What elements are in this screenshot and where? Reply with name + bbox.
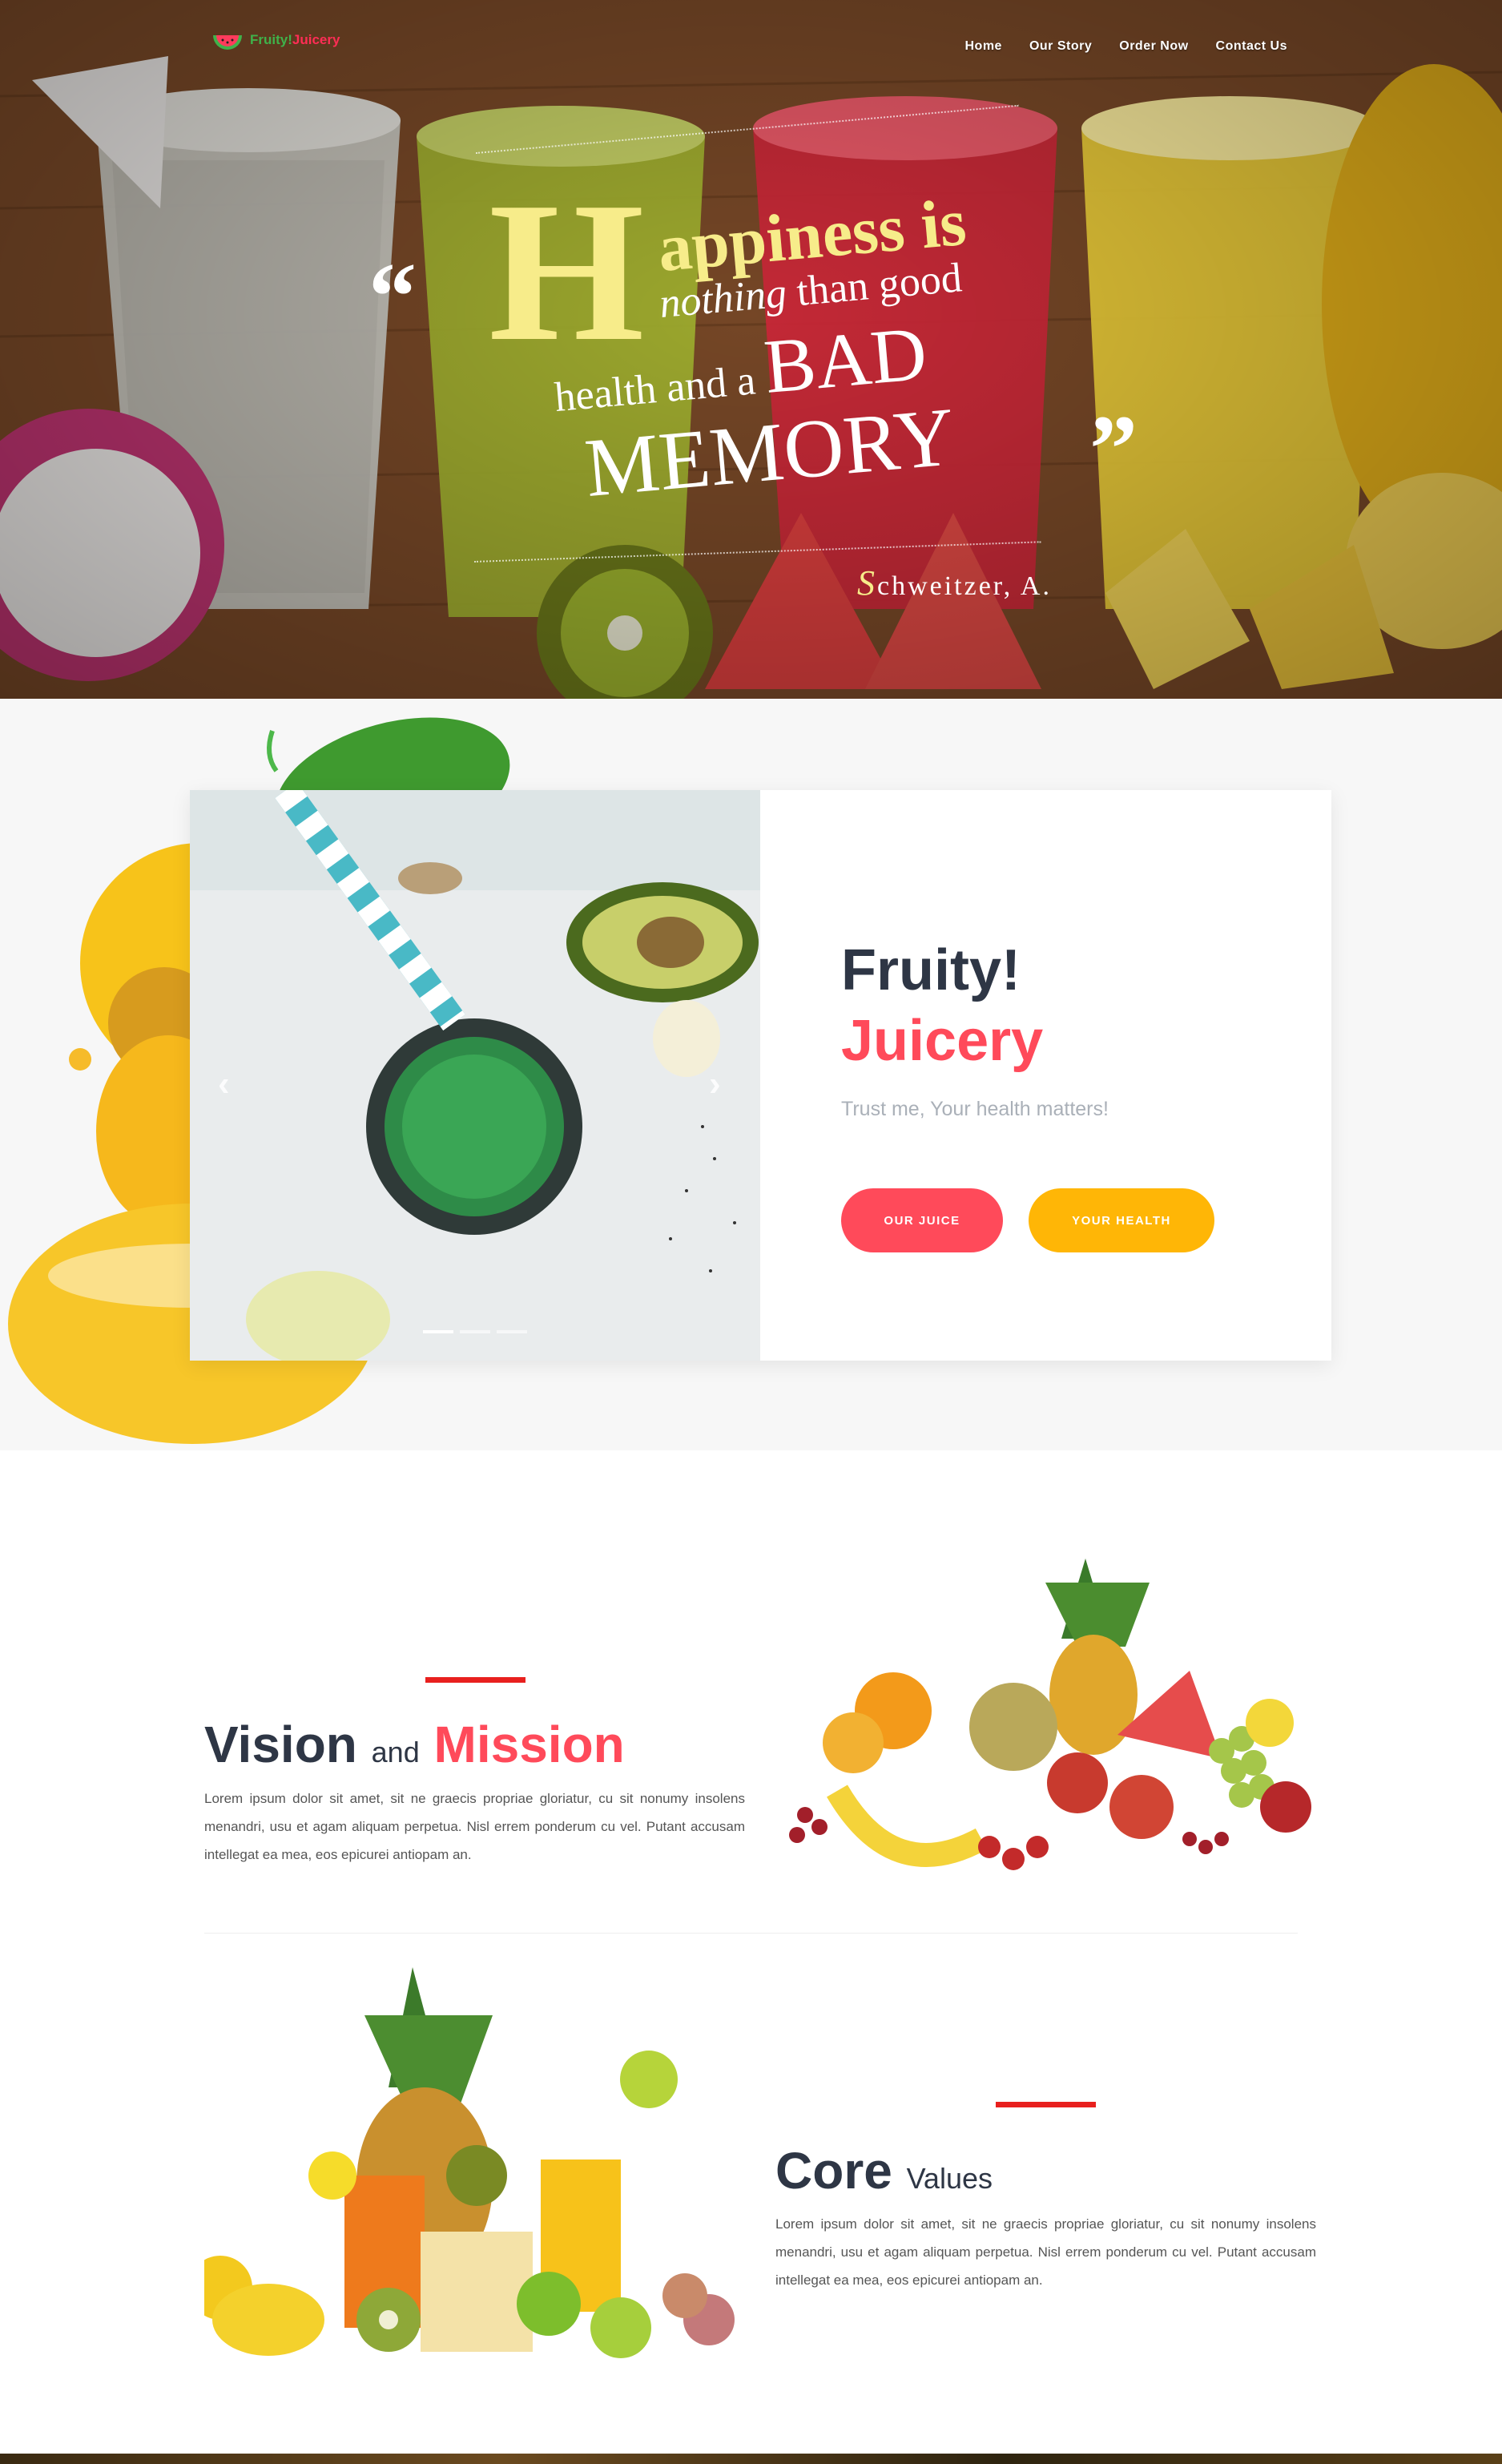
- our-juice-button[interactable]: OUR JUICE: [841, 1188, 1003, 1252]
- slider-dot-1[interactable]: [423, 1330, 453, 1333]
- close-quote-mark: ”: [1089, 395, 1138, 502]
- quote-bottom-rule: [473, 541, 1041, 563]
- quote-line-2-italic: nothing: [657, 270, 789, 328]
- quote-author-initial: S: [857, 563, 877, 603]
- your-health-button[interactable]: YOUR HEALTH: [1029, 1188, 1214, 1252]
- feature-title: Fruity!: [841, 938, 1021, 1002]
- vision-body-text: Lorem ipsum dolor sit amet, sit ne graec…: [204, 1791, 745, 1862]
- vision-word: Vision: [204, 1716, 357, 1773]
- section-divider: [204, 1933, 1298, 1934]
- hero-section: Fruity!Juicery Home Our Story Order Now …: [0, 0, 1502, 699]
- open-quote-mark: “: [368, 243, 417, 349]
- slider-dots: [423, 1330, 527, 1333]
- image-slider[interactable]: [190, 790, 760, 1361]
- mission-word: Mission: [433, 1716, 625, 1773]
- quote-top-rule: [475, 104, 1019, 154]
- core-word: Core: [775, 2142, 892, 2200]
- green-smoothie-photo: [190, 790, 760, 1361]
- footer-image-strip: [0, 2454, 1502, 2464]
- feature-subtitle: Juicery: [841, 1009, 1044, 1073]
- quote-author: Schweitzer, A.: [857, 563, 1052, 603]
- quote-author-rest: chweitzer, A.: [877, 571, 1052, 601]
- slider-dot-2[interactable]: [460, 1330, 490, 1333]
- juice-and-fruit-image: [204, 1967, 735, 2358]
- vision-and-word: and: [371, 1736, 420, 1768]
- core-values-heading: Core Values: [775, 2141, 993, 2200]
- core-body-text: Lorem ipsum dolor sit amet, sit ne graec…: [775, 2216, 1316, 2288]
- vision-mission-heading: Vision and Mission: [204, 1715, 625, 1774]
- slider-prev-arrow[interactable]: ‹: [218, 1064, 230, 1104]
- values-word: Values: [906, 2162, 993, 2195]
- hero-quote: “ H appiness is nothing than good health…: [0, 0, 1502, 699]
- feature-tagline: Trust me, Your health matters!: [841, 1098, 1109, 1120]
- slider-dot-3[interactable]: [497, 1330, 527, 1333]
- fruit-pile-image: [789, 1559, 1311, 1870]
- core-accent-bar: [996, 2102, 1096, 2107]
- slider-next-arrow[interactable]: ›: [709, 1064, 721, 1104]
- vision-accent-bar: [425, 1677, 525, 1683]
